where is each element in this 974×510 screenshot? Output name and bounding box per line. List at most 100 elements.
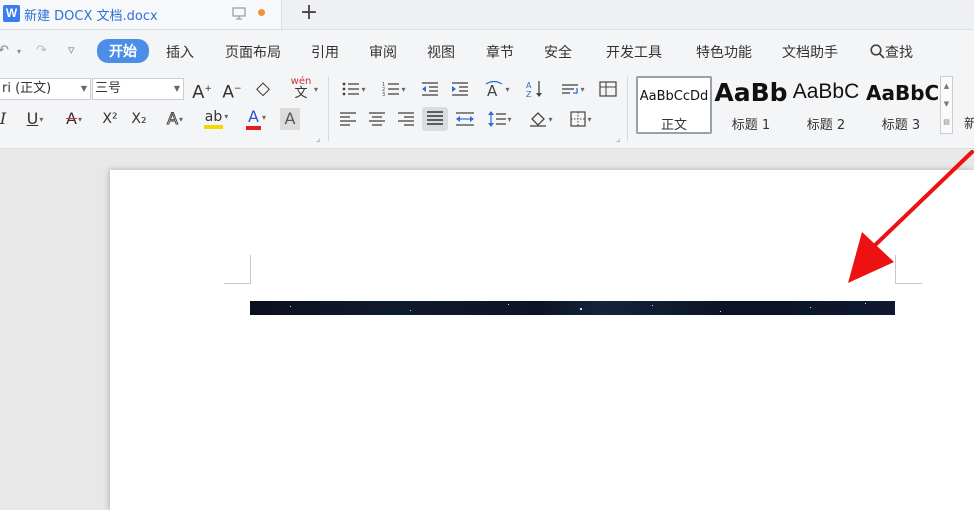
increase-indent-icon	[452, 82, 468, 96]
chevron-up-icon[interactable]: ▲	[941, 77, 952, 95]
chevron-down-icon: ▾	[313, 85, 318, 94]
decrease-indent-button[interactable]	[420, 78, 440, 100]
expand-gallery-icon[interactable]: ▤	[941, 113, 952, 131]
image-star	[720, 311, 721, 312]
strikethrough-icon: A	[66, 109, 77, 128]
align-center-button[interactable]	[367, 108, 387, 130]
underline-button[interactable]: U▾	[20, 108, 50, 130]
borders-icon	[570, 111, 587, 127]
style-heading-2[interactable]: AaBbC 标题 2	[788, 76, 864, 134]
wps-writer-logo-icon: W	[3, 5, 20, 22]
font-name-value: ri (正文)	[2, 81, 52, 96]
paragraph-marks-icon	[562, 84, 579, 94]
svg-text:A: A	[526, 81, 532, 90]
shrink-font-button[interactable]: A−	[221, 78, 243, 103]
paragraph-dialog-launcher-icon[interactable]: ⌟	[616, 134, 620, 144]
bullet-list-button[interactable]: ▾	[338, 78, 370, 100]
menu-item-page-layout[interactable]: 页面布局	[225, 42, 281, 62]
menu-bar: ↶ ▾ ↷ ▿ 开始 插入 页面布局 引用 审阅 视图 章节 安全 开发工具 特…	[0, 30, 974, 71]
style-heading-3[interactable]: AaBbC 标题 3	[864, 76, 938, 134]
customize-quick-access-icon[interactable]: ▿	[68, 43, 75, 58]
font-color-icon: A	[246, 107, 261, 130]
superscript-button[interactable]: X²	[98, 108, 122, 130]
document-tab-title: 新建 DOCX 文档.docx	[24, 9, 158, 24]
text-effect-button[interactable]: A▾	[160, 108, 190, 130]
menu-item-review[interactable]: 审阅	[369, 42, 397, 62]
chevron-down-icon[interactable]: ▼	[941, 95, 952, 113]
align-right-icon	[398, 112, 414, 126]
new-tab-button[interactable]: +	[298, 2, 320, 24]
font-dialog-launcher-icon[interactable]: ⌟	[316, 134, 320, 144]
menu-item-section[interactable]: 章节	[486, 42, 514, 62]
numbered-list-icon: 123	[382, 82, 400, 98]
document-canvas[interactable]	[0, 149, 974, 510]
justify-button[interactable]	[422, 107, 448, 131]
style-sample: AaBbCcDd	[639, 89, 709, 104]
font-size-combo[interactable]: 三号 ▼	[92, 78, 184, 100]
line-spacing-button[interactable]: ▾	[557, 78, 589, 100]
strikethrough-button[interactable]: A▾	[58, 108, 90, 130]
menu-item-view[interactable]: 视图	[427, 42, 455, 62]
font-color-button[interactable]: A ▾	[240, 106, 272, 130]
image-star	[580, 308, 582, 310]
menu-item-document-assistant[interactable]: 文档助手	[782, 42, 838, 62]
style-sample: AaBbC	[866, 81, 938, 105]
font-name-combo[interactable]: ri (正文) ▼	[0, 78, 91, 100]
font-size-value: 三号	[95, 81, 122, 96]
ribbon-separator	[328, 77, 329, 141]
inserted-starfield-image[interactable]	[250, 301, 895, 315]
new-style-label-truncated[interactable]: 新	[964, 113, 974, 132]
chevron-down-icon: ▾	[77, 114, 82, 124]
phonetic-guide-button[interactable]: wén 文 ▾	[284, 76, 318, 100]
chevron-down-icon: ▾	[507, 114, 512, 124]
document-tab[interactable]: W 新建 DOCX 文档.docx	[0, 0, 282, 29]
sort-button[interactable]: AZ	[524, 78, 546, 100]
table-layout-button[interactable]	[597, 78, 619, 100]
chevron-down-icon: ▼	[80, 84, 87, 93]
search-label: 查找	[885, 45, 913, 61]
distributed-align-button[interactable]	[454, 108, 476, 130]
menu-item-special-features[interactable]: 特色功能	[696, 42, 752, 62]
undo-dropdown-icon[interactable]: ▾	[17, 47, 21, 56]
italic-button[interactable]: I	[0, 108, 10, 130]
image-star	[290, 306, 291, 307]
clear-format-button[interactable]: ◇	[252, 78, 274, 100]
highlight-icon: ab	[203, 109, 224, 129]
styles-gallery: AaBbCcDd 正文 AaBb 标题 1 AaBbC 标题 2 AaBbC 标…	[634, 76, 952, 134]
search-button[interactable]: 查找	[870, 42, 913, 62]
style-sample: AaBbC	[792, 80, 860, 103]
styles-gallery-scroll[interactable]: ▲ ▼ ▤	[940, 76, 953, 134]
style-normal[interactable]: AaBbCcDd 正文	[636, 76, 712, 134]
style-heading-1[interactable]: AaBb 标题 1	[714, 76, 788, 134]
chevron-down-icon: ▾	[401, 84, 406, 94]
undo-icon[interactable]: ↶	[0, 43, 9, 58]
grow-font-button[interactable]: A+	[191, 78, 213, 103]
align-left-button[interactable]	[338, 108, 358, 130]
subscript-button[interactable]: X₂	[127, 108, 151, 130]
redo-icon[interactable]: ↷	[36, 43, 47, 58]
menu-item-insert[interactable]: 插入	[166, 42, 194, 62]
decrease-indent-icon	[422, 82, 438, 96]
menu-item-references[interactable]: 引用	[311, 42, 339, 62]
increase-indent-button[interactable]	[450, 78, 470, 100]
character-shading-button[interactable]: A	[280, 108, 300, 130]
highlight-button[interactable]: ab ▾	[199, 106, 233, 129]
style-name: 标题 2	[806, 118, 846, 133]
tab-strip: W 新建 DOCX 文档.docx +	[0, 0, 974, 30]
sort-az-icon: AZ	[526, 81, 542, 99]
style-name: 标题 3	[881, 118, 921, 133]
monitor-icon[interactable]	[232, 7, 246, 20]
align-center-icon	[369, 112, 385, 126]
menu-item-security[interactable]: 安全	[544, 42, 572, 62]
numbered-list-button[interactable]: 123 ▾	[378, 78, 410, 100]
search-icon	[870, 44, 885, 59]
menu-item-home[interactable]: 开始	[97, 39, 149, 63]
align-right-button[interactable]	[396, 108, 416, 130]
menu-item-developer-tools[interactable]: 开发工具	[606, 42, 662, 62]
text-direction-button[interactable]: A ▾	[481, 78, 513, 100]
paragraph-spacing-button[interactable]: ▾	[484, 108, 516, 130]
borders-button[interactable]: ▾	[565, 108, 597, 130]
style-sample: AaBb	[714, 78, 788, 107]
chevron-down-icon: ▾	[580, 84, 585, 94]
shading-button[interactable]: ▾	[525, 108, 557, 130]
